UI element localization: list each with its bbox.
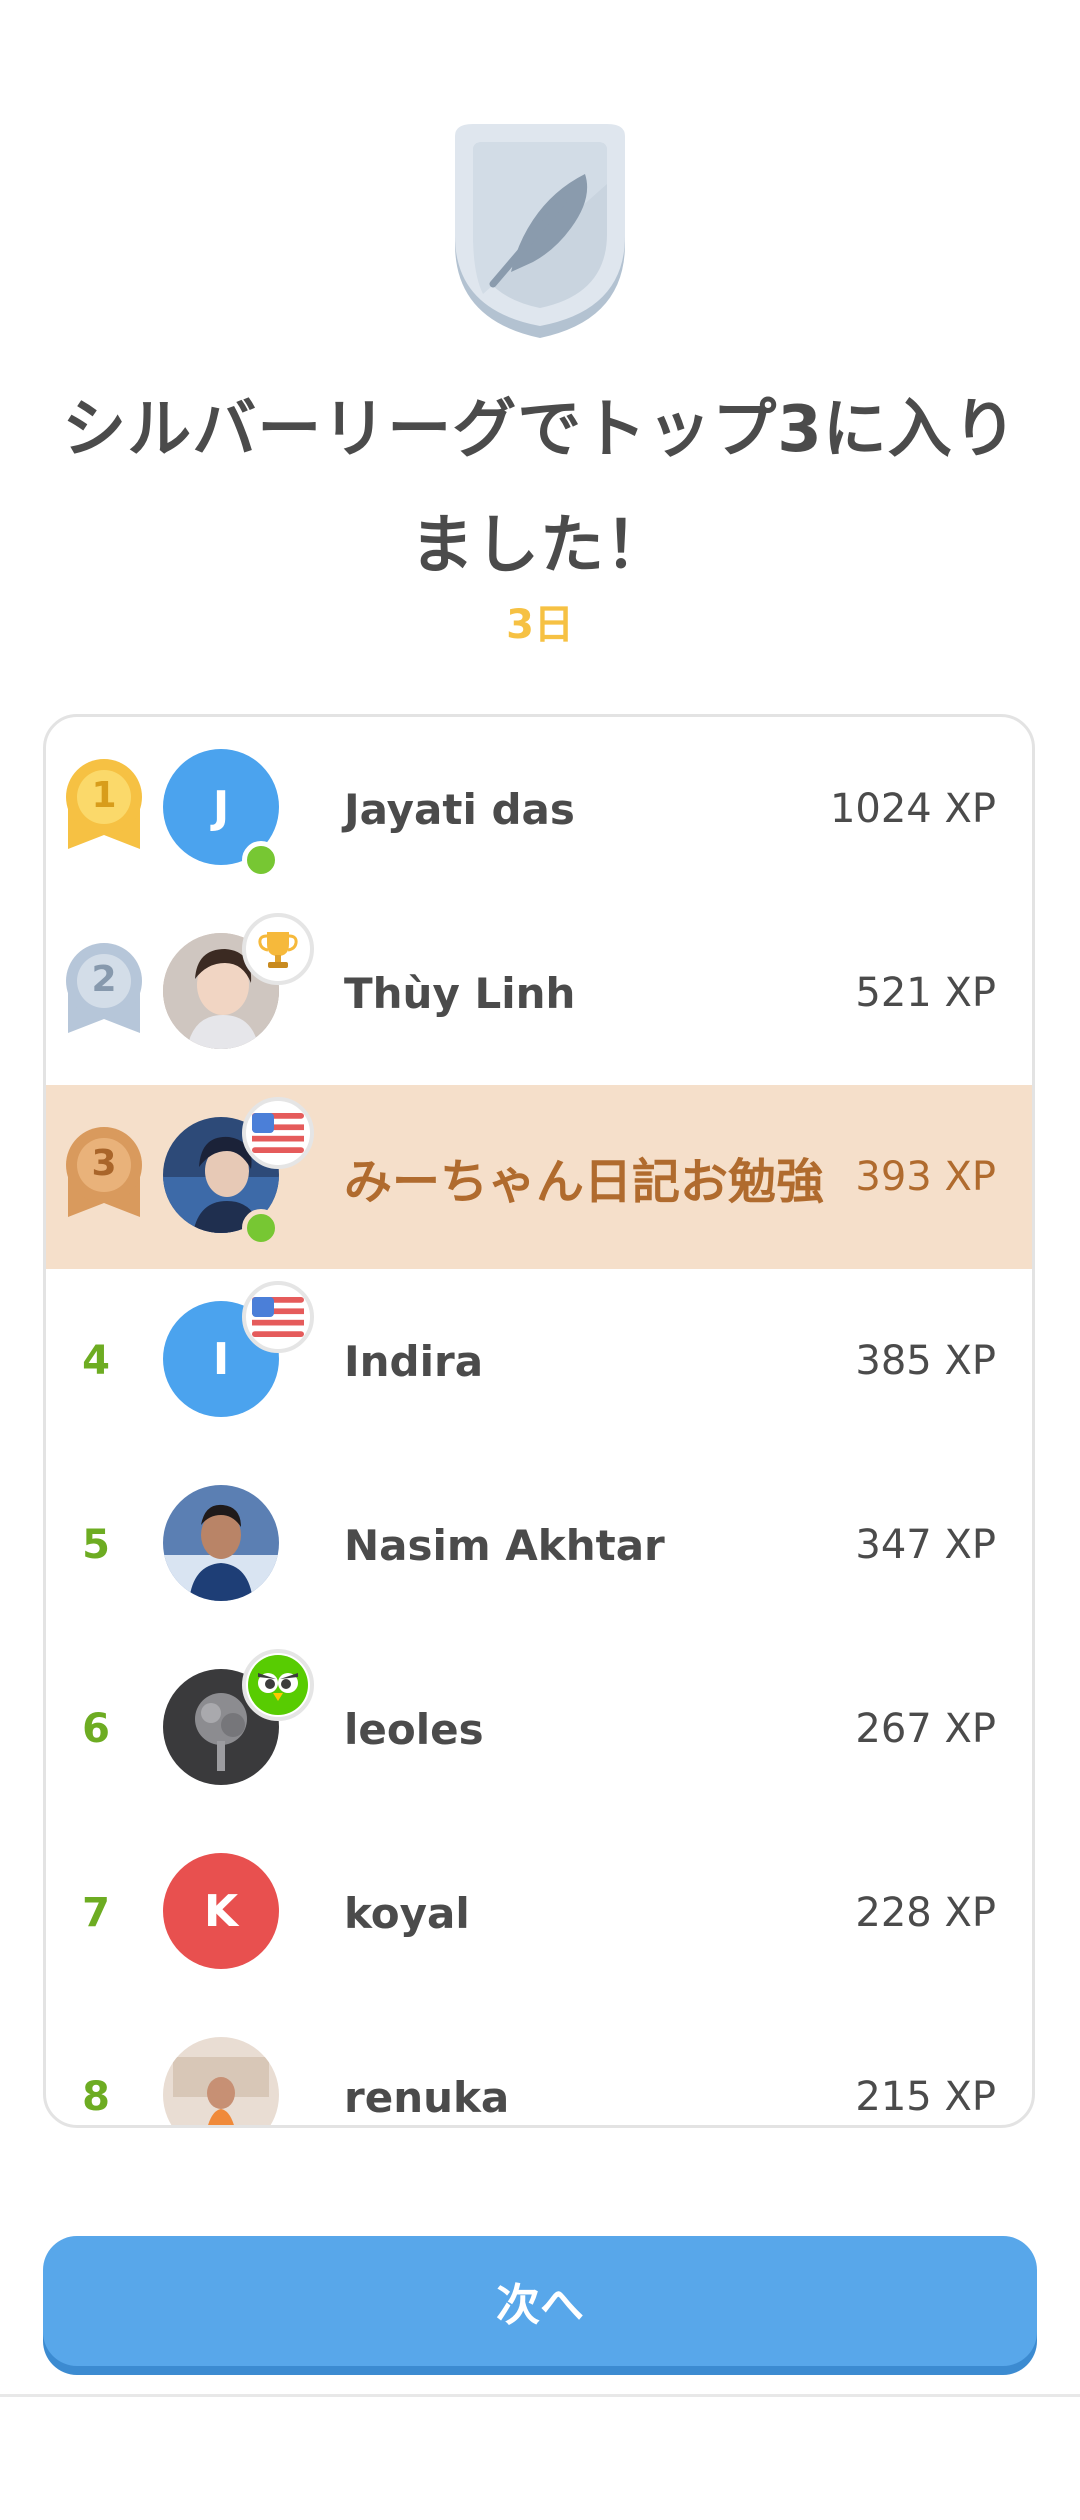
rank-number: 8 [82, 2074, 110, 2120]
rank-number: 5 [82, 1522, 110, 1568]
leaderboard-row[interactable]: 7 K koyal 228 XP [46, 1821, 1032, 2005]
rank-number: 4 [82, 1338, 110, 1384]
user-name: Indira [344, 1336, 484, 1386]
leaderboard-row[interactable]: 1 J Jayati das 1024 XP [46, 717, 1032, 901]
title-line-2: ました！ [410, 509, 670, 583]
us-flag-icon [242, 1281, 314, 1353]
online-status-dot [242, 841, 280, 879]
medal-rank-number: 2 [91, 959, 117, 1000]
leaderboard[interactable]: 1 J Jayati das 1024 XP 2 Thùy Linh 521 X… [43, 714, 1035, 2128]
silver-league-badge-icon [443, 124, 637, 340]
bronze-medal-icon: 3 [64, 1125, 144, 1221]
user-name: koyal [344, 1888, 470, 1938]
xp-value: 267 XP [855, 1706, 996, 1752]
gold-medal-icon: 1 [64, 757, 144, 853]
xp-value: 393 XP [855, 1154, 996, 1200]
user-name: Nasim Akhtar [344, 1520, 665, 1570]
xp-value: 1024 XP [829, 786, 996, 832]
rank-number: 7 [82, 1890, 110, 1936]
us-flag-icon [242, 1097, 314, 1169]
avatar-initial: I [212, 1333, 230, 1385]
medal-rank-number: 3 [91, 1143, 117, 1184]
title-line-1: シルバーリーグでトップ3に入り [62, 393, 1018, 467]
duo-owl-icon [242, 1649, 314, 1721]
user-name: leoles [344, 1704, 484, 1754]
medal-rank-number: 1 [91, 775, 117, 816]
xp-value: 228 XP [855, 1890, 996, 1936]
rank-number: 6 [82, 1706, 110, 1752]
xp-value: 385 XP [855, 1338, 996, 1384]
online-status-dot [242, 1209, 280, 1247]
user-name: renuka [344, 2072, 510, 2122]
xp-value: 521 XP [855, 970, 996, 1016]
xp-value: 215 XP [855, 2074, 996, 2120]
next-button[interactable]: 次へ [43, 2236, 1037, 2366]
silver-medal-icon: 2 [64, 941, 144, 1037]
avatar[interactable]: K [163, 1853, 279, 1969]
avatar-initial: J [212, 781, 230, 833]
xp-value: 347 XP [855, 1522, 996, 1568]
page-title: シルバーリーグでトップ3に入り ました！ [40, 372, 1040, 604]
bottom-divider [0, 2394, 1080, 2397]
leaderboard-row[interactable]: 4 I Indira 385 XP [46, 1269, 1032, 1453]
trophy-icon [242, 913, 314, 985]
user-name: Thùy Linh [344, 968, 576, 1018]
user-name: Jayati das [344, 784, 575, 834]
avatar-photo[interactable] [163, 1485, 279, 1601]
leaderboard-row[interactable]: 2 Thùy Linh 521 XP [46, 901, 1032, 1085]
avatar-initial: K [203, 1885, 239, 1937]
leaderboard-row-current-user[interactable]: 3 みーちゃん日記お勉強 393 XP [46, 1085, 1032, 1269]
avatar-photo[interactable] [163, 2037, 279, 2125]
user-name: みーちゃん日記お勉強 [344, 1154, 825, 1210]
days-remaining: 3日 [506, 602, 574, 648]
leaderboard-row[interactable]: 5 Nasim Akhtar 347 XP [46, 1453, 1032, 1637]
leaderboard-row[interactable]: 6 leoles 267 XP [46, 1637, 1032, 1821]
leaderboard-row[interactable]: 8 renuka 215 XP [46, 2005, 1032, 2125]
